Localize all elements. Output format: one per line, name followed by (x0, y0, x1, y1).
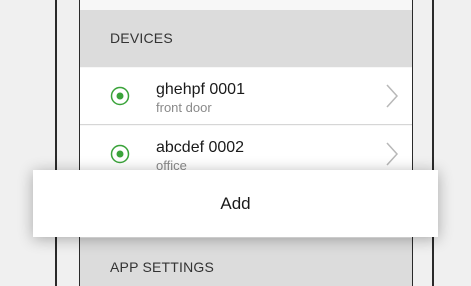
radio-on-icon (110, 144, 130, 164)
chevron-right-icon (386, 84, 398, 108)
devices-section-header: DEVICES (80, 10, 412, 67)
app-screen: DEVICES ghehpf 0001 front door abcdef 00… (0, 0, 471, 286)
app-settings-section-header: APP SETTINGS (80, 238, 412, 286)
radio-on-icon (110, 86, 130, 106)
chevron-right-icon (386, 142, 398, 166)
device-location: front door (156, 100, 212, 115)
device-name: abcdef 0002 (156, 139, 245, 156)
device-name: ghehpf 0001 (156, 81, 245, 98)
add-button[interactable]: Add (33, 170, 438, 237)
frame-line-right-outer (432, 0, 434, 286)
device-row[interactable]: ghehpf 0001 front door (80, 68, 412, 125)
frame-line-left-outer (55, 0, 57, 286)
settings-panel: DEVICES ghehpf 0001 front door abcdef 00… (80, 0, 412, 286)
